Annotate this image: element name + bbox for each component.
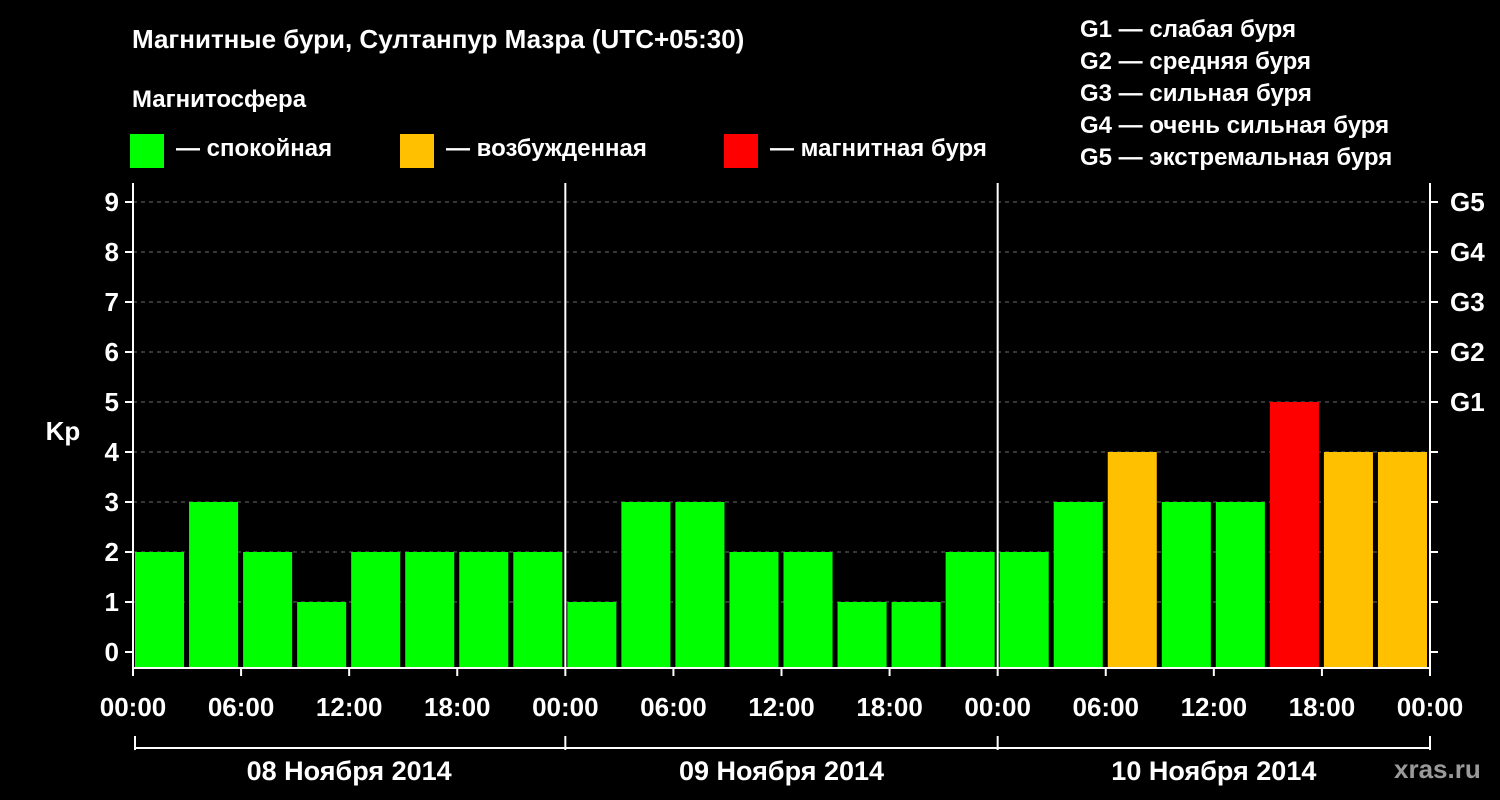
x-tick-label: 00:00	[532, 692, 599, 722]
kp-bar	[567, 602, 617, 668]
day-label: 08 Ноября 2014	[247, 756, 452, 786]
x-tick-label: 18:00	[1289, 692, 1356, 722]
kp-bar	[999, 552, 1049, 668]
watermark: xras.ru	[1394, 754, 1481, 784]
kp-bar	[891, 602, 941, 668]
kp-bar	[1053, 502, 1103, 668]
x-tick-label: 18:00	[856, 692, 923, 722]
kp-bar	[243, 552, 293, 668]
kp-bar	[1323, 452, 1373, 668]
y-axis-label: Kp	[46, 416, 81, 446]
y-tick-label: 3	[105, 487, 119, 517]
kp-bar	[1107, 452, 1157, 668]
y-tick-label: 7	[105, 287, 119, 317]
kp-bar	[675, 502, 725, 668]
kp-bar	[135, 552, 185, 668]
kp-bar	[351, 552, 401, 668]
kp-bar	[1215, 502, 1265, 668]
g-scale-label: G3	[1450, 287, 1485, 317]
kp-bar	[459, 552, 509, 668]
x-tick-label: 12:00	[316, 692, 383, 722]
kp-bar	[405, 552, 455, 668]
x-tick-label: 00:00	[964, 692, 1031, 722]
kp-bar	[189, 502, 239, 668]
kp-bar	[837, 602, 887, 668]
g-scale-label: G5	[1450, 187, 1485, 217]
kp-bar	[783, 552, 833, 668]
kp-bar	[1161, 502, 1211, 668]
y-tick-label: 6	[105, 337, 119, 367]
y-tick-label: 2	[105, 537, 119, 567]
x-tick-label: 18:00	[424, 692, 491, 722]
y-tick-label: 0	[105, 637, 119, 667]
x-tick-label: 06:00	[208, 692, 275, 722]
kp-bar	[1269, 402, 1319, 668]
x-tick-label: 12:00	[748, 692, 815, 722]
x-tick-label: 06:00	[1073, 692, 1140, 722]
day-label: 10 Ноября 2014	[1111, 756, 1316, 786]
kp-bar	[513, 552, 563, 668]
y-tick-label: 1	[105, 587, 119, 617]
kp-bar	[1377, 452, 1427, 668]
kp-bar-chart: 0 1 2 3 4 5 6 7 8 9 G1 G2 G3 G4 G5 Kp 00:00 06:00 12:00 18:…	[46, 183, 1485, 786]
y-tick-label: 4	[105, 437, 120, 467]
x-tick-label: 00:00	[1397, 692, 1464, 722]
g-scale-label: G4	[1450, 237, 1485, 267]
g-scale-label: G1	[1450, 387, 1485, 417]
y-tick-label: 5	[105, 387, 119, 417]
kp-bar	[621, 502, 671, 668]
g-scale-label: G2	[1450, 337, 1485, 367]
x-tick-label: 06:00	[640, 692, 707, 722]
x-tick-label: 00:00	[100, 692, 167, 722]
y-tick-label: 9	[105, 187, 119, 217]
day-label: 09 Ноября 2014	[679, 756, 884, 786]
kp-bar	[297, 602, 347, 668]
x-tick-label: 12:00	[1181, 692, 1248, 722]
y-tick-label: 8	[105, 237, 119, 267]
kp-bar	[945, 552, 995, 668]
kp-bar	[729, 552, 779, 668]
